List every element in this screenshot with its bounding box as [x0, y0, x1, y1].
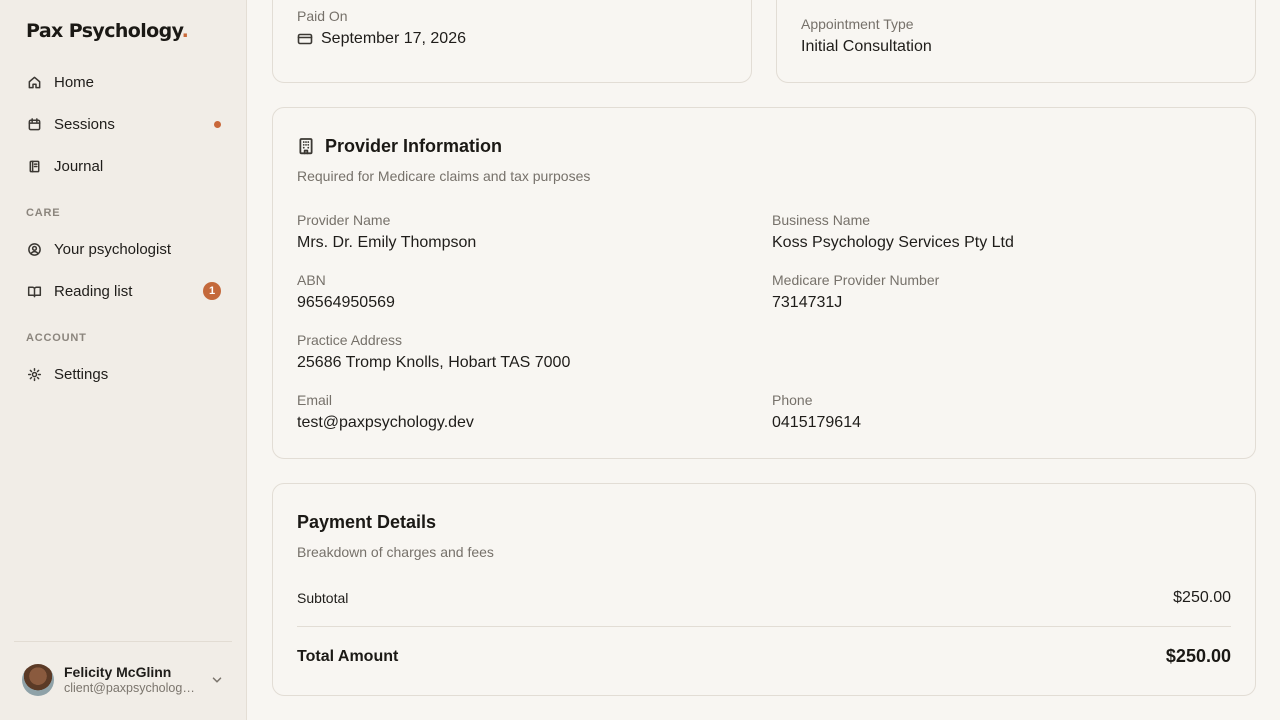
sidebar-item-label: Your psychologist	[54, 240, 172, 258]
provider-information-card: Provider Information Required for Medica…	[272, 107, 1256, 459]
business-name-label: Business Name	[772, 212, 871, 228]
notification-dot	[214, 121, 221, 128]
paid-on-label: Paid On	[297, 8, 348, 24]
sidebar-item-label: Settings	[54, 365, 109, 383]
notebook-icon	[26, 158, 42, 174]
abn-value: 96564950569	[297, 294, 395, 311]
business-name-value: Koss Psychology Services Pty Ltd	[772, 234, 1014, 251]
payment-details-card: Payment Details Breakdown of charges and…	[272, 483, 1256, 696]
provider-name-value: Mrs. Dr. Emily Thompson	[297, 234, 477, 251]
appointment-type-value: Initial Consultation	[801, 38, 932, 55]
sidebar-divider	[14, 641, 232, 642]
sidebar-item-reading-list[interactable]: Reading list 1	[14, 273, 234, 309]
subtotal-label: Subtotal	[297, 590, 349, 606]
phone-value: 0415179614	[772, 414, 861, 431]
practice-address-label: Practice Address	[297, 332, 403, 348]
sidebar-item-label: Journal	[54, 157, 104, 175]
sidebar-item-label: Reading list	[54, 282, 133, 300]
brand-name: Pax Psychology	[26, 20, 182, 42]
section-label-care: CARE	[26, 207, 61, 219]
user-name: Felicity McGlinn	[64, 664, 172, 681]
total-divider	[297, 626, 1231, 627]
calendar-icon	[26, 116, 42, 132]
chevron-down-icon	[210, 673, 224, 692]
appointment-type-label: Appointment Type	[801, 16, 914, 32]
sidebar-item-settings[interactable]: Settings	[14, 356, 234, 392]
building-icon	[297, 137, 315, 160]
medicare-provider-number-label: Medicare Provider Number	[772, 272, 940, 288]
paid-on-value: September 17, 2026	[321, 30, 466, 47]
book-open-icon	[26, 283, 42, 299]
sidebar-item-label: Home	[54, 73, 95, 91]
brand-dot: .	[181, 20, 189, 42]
brand-logo[interactable]: Pax Psychology.	[26, 20, 189, 42]
payment-details-title: Payment Details	[297, 512, 437, 532]
gear-icon	[26, 366, 42, 382]
abn-label: ABN	[297, 272, 326, 288]
subtotal-value: $250.00	[1173, 589, 1231, 606]
phone-label: Phone	[772, 392, 813, 408]
sidebar-item-your-psychologist[interactable]: Your psychologist	[14, 231, 234, 267]
sidebar-item-home[interactable]: Home	[14, 64, 234, 100]
email-label: Email	[297, 392, 333, 408]
paid-on-card: Paid On September 17, 2026	[272, 0, 752, 83]
section-label-account: ACCOUNT	[26, 332, 87, 344]
user-circle-icon	[26, 241, 42, 257]
provider-name-label: Provider Name	[297, 212, 391, 228]
payment-details-subtitle: Breakdown of charges and fees	[297, 544, 494, 560]
provider-information-subtitle: Required for Medicare claims and tax pur…	[297, 168, 591, 184]
practice-address-value: 25686 Tromp Knolls, Hobart TAS 7000	[297, 354, 571, 371]
total-amount-label: Total Amount	[297, 648, 399, 665]
user-menu[interactable]: Felicity McGlinn client@paxpsychology.de…	[22, 662, 232, 698]
home-icon	[26, 74, 42, 90]
total-amount-value: $250.00	[1165, 646, 1231, 666]
sidebar-item-label: Sessions	[54, 115, 115, 133]
count-badge: 1	[203, 282, 221, 300]
sidebar-item-sessions[interactable]: Sessions	[14, 106, 234, 142]
email-value: test@paxpsychology.dev	[297, 414, 474, 431]
avatar	[22, 664, 54, 696]
sidebar: Pax Psychology. Home Sessions Journal CA…	[0, 0, 247, 720]
user-email: client@paxpsychology.dev	[64, 680, 199, 695]
medicare-provider-number-value: 7314731J	[772, 294, 843, 311]
appointment-type-card: Appointment Type Initial Consultation	[776, 0, 1256, 83]
provider-information-title: Provider Information	[325, 136, 503, 156]
credit-card-icon	[297, 31, 313, 52]
sidebar-item-journal[interactable]: Journal	[14, 148, 234, 184]
